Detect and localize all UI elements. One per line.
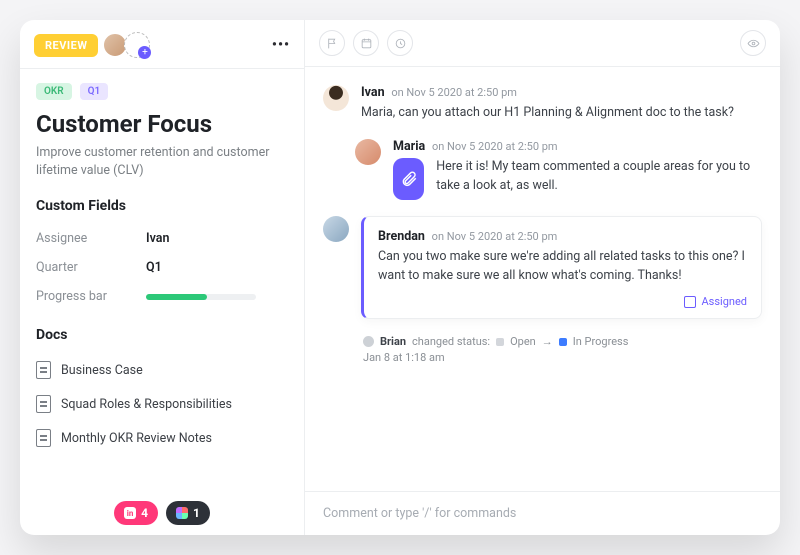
flag-icon[interactable]: [319, 30, 345, 56]
status-pill[interactable]: REVIEW: [34, 34, 98, 57]
comment: Brendan on Nov 5 2020 at 2:50 pm Can you…: [323, 216, 762, 320]
assigned-label: Assigned: [702, 295, 748, 308]
more-menu-icon[interactable]: •••: [272, 37, 290, 53]
watch-icon[interactable]: [740, 30, 766, 56]
doc-name: Business Case: [61, 363, 143, 378]
left-header: REVIEW •••: [20, 20, 304, 69]
avatar[interactable]: [323, 85, 349, 111]
field-label: Quarter: [36, 260, 146, 275]
progress-bar[interactable]: [146, 294, 256, 300]
field-assignee[interactable]: Assignee Ivan: [36, 224, 288, 253]
tag-q1[interactable]: Q1: [80, 83, 109, 100]
status-verb: changed status:: [412, 335, 490, 348]
field-label: Progress bar: [36, 289, 146, 304]
doc-item[interactable]: Squad Roles & Responsibilities: [36, 387, 288, 421]
field-value: Ivan: [146, 231, 169, 246]
bottom-pills: in 4 1: [20, 501, 304, 525]
left-body: OKR Q1 Customer Focus Improve customer r…: [20, 69, 304, 455]
link-icon: in: [124, 507, 136, 519]
avatar-mini: [363, 336, 374, 347]
comment-composer[interactable]: Comment or type '/' for commands: [305, 491, 780, 535]
assigned-toggle[interactable]: Assigned: [378, 295, 747, 308]
figma-pill[interactable]: 1: [166, 501, 210, 525]
status-change-time: Jan 8 at 1:18 am: [363, 351, 762, 364]
task-title[interactable]: Customer Focus: [36, 110, 288, 138]
doc-icon: [36, 395, 51, 413]
comment-author: Ivan: [361, 85, 385, 100]
tag-row: OKR Q1: [36, 83, 288, 100]
left-panel: REVIEW ••• OKR Q1 Customer Focus Improve…: [20, 20, 305, 535]
field-value: Q1: [146, 260, 162, 275]
comment-text: Here it is! My team commented a couple a…: [436, 158, 762, 196]
checkbox-icon: [684, 296, 696, 308]
comment-meta: Ivan on Nov 5 2020 at 2:50 pm: [361, 85, 762, 100]
docs-heading: Docs: [36, 327, 288, 343]
assigned-comment-card: Brendan on Nov 5 2020 at 2:50 pm Can you…: [361, 216, 762, 320]
arrow-icon: →: [542, 335, 553, 348]
actor-name: Brian: [380, 335, 406, 348]
comment-meta: Brendan on Nov 5 2020 at 2:50 pm: [378, 229, 747, 244]
field-label: Assignee: [36, 231, 146, 246]
doc-icon: [36, 429, 51, 447]
link-pill[interactable]: in 4: [114, 501, 158, 525]
custom-fields-heading: Custom Fields: [36, 198, 288, 214]
figma-icon: [176, 507, 188, 519]
comment-text: Can you two make sure we're adding all r…: [378, 248, 747, 286]
comment: Maria on Nov 5 2020 at 2:50 pm Here it i…: [355, 139, 762, 200]
comment-author: Brendan: [378, 229, 425, 244]
comment-text: Maria, can you attach our H1 Planning & …: [361, 104, 762, 123]
add-assignee-button[interactable]: [124, 32, 150, 58]
progress-fill: [146, 294, 207, 300]
calendar-icon[interactable]: [353, 30, 379, 56]
tag-okr[interactable]: OKR: [36, 83, 72, 100]
comment-time: on Nov 5 2020 at 2:50 pm: [391, 86, 517, 99]
doc-name: Monthly OKR Review Notes: [61, 431, 212, 446]
comment: Ivan on Nov 5 2020 at 2:50 pm Maria, can…: [323, 85, 762, 123]
attachment-icon[interactable]: [393, 158, 424, 200]
avatar[interactable]: [323, 216, 349, 242]
assignee-avatars: [108, 32, 150, 58]
comment-time: on Nov 5 2020 at 2:50 pm: [432, 140, 558, 153]
activity-header: [305, 20, 780, 67]
doc-name: Squad Roles & Responsibilities: [61, 397, 232, 412]
avatar[interactable]: [355, 139, 381, 165]
doc-item[interactable]: Monthly OKR Review Notes: [36, 421, 288, 455]
status-change-event: Brian changed status: Open → In Progress…: [363, 335, 762, 364]
comment-time: on Nov 5 2020 at 2:50 pm: [432, 230, 558, 243]
field-progress[interactable]: Progress bar: [36, 282, 288, 311]
status-dot-progress: [559, 338, 567, 346]
status-dot-open: [496, 338, 504, 346]
task-modal: REVIEW ••• OKR Q1 Customer Focus Improve…: [20, 20, 780, 535]
field-quarter[interactable]: Quarter Q1: [36, 253, 288, 282]
figma-count: 1: [193, 506, 200, 520]
link-count: 4: [141, 506, 148, 520]
doc-icon: [36, 361, 51, 379]
task-description[interactable]: Improve customer retention and customer …: [36, 144, 288, 180]
clock-icon[interactable]: [387, 30, 413, 56]
right-panel: Ivan on Nov 5 2020 at 2:50 pm Maria, can…: [305, 20, 780, 535]
comment-author: Maria: [393, 139, 425, 154]
comment-meta: Maria on Nov 5 2020 at 2:50 pm: [393, 139, 762, 154]
activity-thread: Ivan on Nov 5 2020 at 2:50 pm Maria, can…: [305, 67, 780, 491]
status-from: Open: [510, 335, 536, 348]
status-to: In Progress: [573, 335, 629, 348]
doc-item[interactable]: Business Case: [36, 353, 288, 387]
docs-section: Docs Business Case Squad Roles & Respons…: [36, 327, 288, 455]
